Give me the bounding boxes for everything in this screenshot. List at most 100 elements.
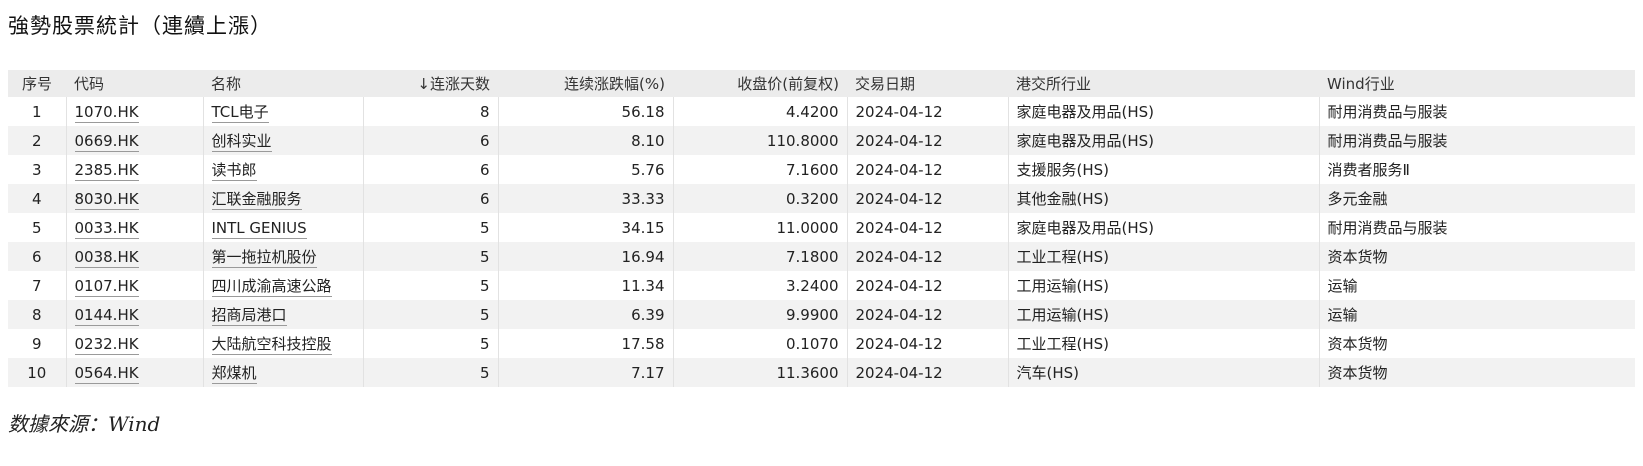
stock-name-link[interactable]: 汇联金融服务 [211,190,302,210]
cell-cumulative-change: 33.33 [498,184,674,213]
cell-name: TCL电子 [203,97,364,126]
cell-cumulative-change: 5.76 [498,155,674,184]
cell-cumulative-change: 17.58 [498,329,674,358]
table-row: 4 8030.HK 汇联金融服务 6 33.33 0.3200 2024-04-12 其他金融… [8,184,1635,213]
cell-hkex-industry: 家庭电器及用品(HS) [1008,97,1320,126]
stock-code-link[interactable]: 0144.HK [74,305,139,326]
cell-consecutive-days: 6 [363,155,499,184]
source-note: 数據來源：Wind [8,412,161,436]
cell-wind-industry: 资本货物 [1319,358,1635,387]
stock-code-link[interactable]: 8030.HK [74,189,139,210]
cell-index: 1 [8,97,67,126]
cell-index: 4 [8,184,67,213]
stock-code-link[interactable]: 0564.HK [74,363,139,384]
cell-code: 0232.HK [66,329,204,358]
cell-trade-date: 2024-04-12 [847,97,1009,126]
cell-wind-industry: 耐用消费品与服装 [1319,126,1635,155]
header-consecutive-days-sorted[interactable]: ↓连涨天数 [363,70,498,97]
cell-consecutive-days: 6 [363,184,499,213]
stock-code-link[interactable]: 0033.HK [74,218,139,239]
cell-hkex-industry: 支援服务(HS) [1008,155,1320,184]
cell-trade-date: 2024-04-12 [847,184,1009,213]
cell-cumulative-change: 34.15 [498,213,674,242]
stock-code-link[interactable]: 1070.HK [74,102,139,123]
table-row: 7 0107.HK 四川成渝高速公路 5 11.34 3.2400 2024-04-12 工用… [8,271,1635,300]
cell-wind-industry: 耐用消费品与服装 [1327,103,1448,121]
cell-name: 汇联金融服务 [203,184,364,213]
cell-close-price: 0.1070 [673,329,848,358]
cell-name: 读书郎 [203,155,364,184]
cell-close-price: 11.3600 [673,358,848,387]
table-row: 6 0038.HK 第一拖拉机股份 5 16.94 7.1800 2024-04-12 工业工… [8,242,1635,271]
cell-consecutive-days: 8 [363,97,499,126]
cell-name: 四川成渝高速公路 [203,271,364,300]
cell-hkex-industry: 汽车(HS) [1008,358,1320,387]
cell-index: 3 [8,155,67,184]
cell-trade-date: 2024-04-12 [847,329,1009,358]
cell-cumulative-change: 16.94 [498,242,674,271]
cell-consecutive-days: 5 [363,271,499,300]
cell-name: INTL GENIUS [203,213,364,242]
cell-consecutive-days: 5 [363,213,499,242]
header-index[interactable]: 序号 [8,70,66,97]
cell-index: 7 [8,271,67,300]
stock-name-link[interactable]: INTL GENIUS [211,218,307,239]
stock-code-link[interactable]: 0232.HK [74,334,139,355]
cell-wind-industry: 多元金融 [1319,184,1635,213]
cell-name: 创科实业 [203,126,364,155]
header-wind-industry[interactable]: Wind行业 [1319,70,1635,97]
cell-trade-date: 2024-04-12 [847,155,1009,184]
stock-code-link[interactable]: 0669.HK [74,131,139,152]
cell-trade-date: 2024-04-12 [847,242,1009,271]
stock-name-link[interactable]: 读书郎 [211,161,257,181]
cell-close-price: 9.9900 [673,300,848,329]
stock-name-link[interactable]: 四川成渝高速公路 [211,277,332,297]
cell-hkex-industry: 其他金融(HS) [1008,184,1320,213]
stock-code-link[interactable]: 2385.HK [74,160,139,181]
header-cumulative-change[interactable]: 连续涨跌幅(%) [498,70,673,97]
cell-cumulative-change: 11.34 [498,271,674,300]
cell-trade-date: 2024-04-12 [847,300,1009,329]
cell-trade-date: 2024-04-12 [847,358,1009,387]
cell-cumulative-change: 6.39 [498,300,674,329]
stock-name-link[interactable]: 创科实业 [211,132,272,152]
cell-name: 大陆航空科技控股 [203,329,364,358]
cell-index: 6 [8,242,67,271]
stock-code-link[interactable]: 0038.HK [74,247,139,268]
cell-trade-date: 2024-04-12 [847,213,1009,242]
cell-wind-industry: 消费者服务Ⅱ [1327,161,1410,179]
stock-name-link[interactable]: 郑煤机 [211,364,257,384]
cell-hkex-industry: 工业工程(HS) [1008,329,1320,358]
cell-name: 郑煤机 [203,358,364,387]
table-row: 1 1070.HK TCL电子 8 56.18 4.4200 2024-04-12 家庭电器及… [8,97,1635,126]
cell-close-price: 0.3200 [673,184,848,213]
table-row: 9 0232.HK 大陆航空科技控股 5 17.58 0.1070 2024-04-12 工业… [8,329,1635,358]
stock-code-link[interactable]: 0107.HK [74,276,139,297]
table-row: 3 2385.HK 读书郎 6 5.76 7.1600 2024-04-12 支援服务(HS)… [8,155,1635,184]
cell-code: 0144.HK [66,300,204,329]
header-hkex-industry[interactable]: 港交所行业 [1008,70,1319,97]
cell-index: 9 [8,329,67,358]
stock-name-link[interactable]: 大陆航空科技控股 [211,335,332,355]
cell-index: 5 [8,213,67,242]
header-name[interactable]: 名称 [203,70,363,97]
cell-index: 10 [8,358,67,387]
stock-name-link[interactable]: 招商局港口 [211,306,287,326]
stock-table: 序号 代码 名称 ↓连涨天数 连续涨跌幅(%) 收盘价(前复权) 交易日期 港交… [8,70,1635,387]
cell-trade-date: 2024-04-12 [847,126,1009,155]
cell-trade-date: 2024-04-12 [847,271,1009,300]
cell-wind-industry: 运输 [1319,300,1635,329]
cell-close-price: 11.0000 [673,213,848,242]
stock-name-link[interactable]: 第一拖拉机股份 [211,248,317,268]
cell-hkex-industry: 工用运输(HS) [1008,300,1320,329]
header-close-price[interactable]: 收盘价(前复权) [673,70,847,97]
cell-consecutive-days: 5 [363,300,499,329]
header-trade-date[interactable]: 交易日期 [847,70,1008,97]
cell-cumulative-change: 56.18 [498,97,674,126]
stock-name-link[interactable]: TCL电子 [211,103,269,123]
cell-consecutive-days: 5 [363,242,499,271]
header-code[interactable]: 代码 [66,70,203,97]
cell-index: 8 [8,300,67,329]
cell-index: 2 [8,126,67,155]
cell-hkex-industry: 家庭电器及用品(HS) [1008,213,1320,242]
